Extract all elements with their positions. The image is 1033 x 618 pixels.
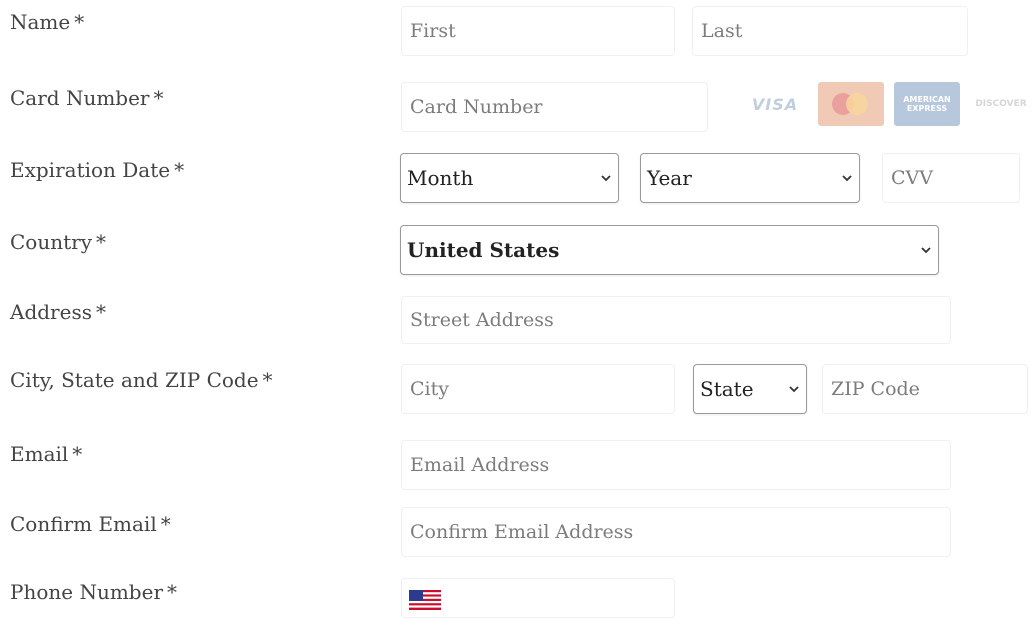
phone-number-input[interactable] xyxy=(401,578,675,618)
address-label: Address * xyxy=(10,300,106,324)
cvv-input[interactable] xyxy=(882,153,1020,203)
chevron-down-icon xyxy=(842,175,852,182)
confirm-email-label: Confirm Email * xyxy=(10,512,171,536)
chevron-down-icon xyxy=(601,175,611,182)
country-value: United States xyxy=(407,238,560,262)
email-input[interactable] xyxy=(401,440,951,490)
country-label: Country * xyxy=(10,230,107,254)
city-state-zip-label: City, State and ZIP Code * xyxy=(10,368,273,392)
chevron-down-icon xyxy=(921,247,931,254)
zip-code-input[interactable] xyxy=(822,364,1028,414)
first-name-input[interactable] xyxy=(401,6,675,56)
city-input[interactable] xyxy=(401,364,675,414)
expiration-month-value: Month xyxy=(407,166,474,190)
us-flag-icon[interactable] xyxy=(409,590,441,610)
card-number-label: Card Number * xyxy=(10,86,164,110)
expiration-date-label: Expiration Date * xyxy=(10,158,185,182)
discover-logo-icon: DISCOVER xyxy=(975,99,1027,109)
last-name-input[interactable] xyxy=(692,6,968,56)
email-label: Email * xyxy=(10,442,83,466)
phone-number-label: Phone Number * xyxy=(10,580,177,604)
street-address-input[interactable] xyxy=(401,296,951,344)
country-select[interactable]: United States xyxy=(400,225,939,275)
expiration-month-select[interactable]: Month xyxy=(400,153,619,203)
chevron-down-icon xyxy=(789,386,799,393)
visa-logo-icon: VISA xyxy=(751,94,799,114)
expiration-year-value: Year xyxy=(647,166,692,190)
state-select[interactable]: State xyxy=(693,364,807,414)
card-number-input[interactable] xyxy=(401,82,708,132)
amex-logo-icon: AMERICAN EXPRESS xyxy=(894,82,960,126)
confirm-email-input[interactable] xyxy=(401,507,951,557)
expiration-year-select[interactable]: Year xyxy=(640,153,860,203)
state-value: State xyxy=(700,377,754,401)
mastercard-logo-icon xyxy=(818,82,884,126)
name-label: Name * xyxy=(10,10,85,34)
